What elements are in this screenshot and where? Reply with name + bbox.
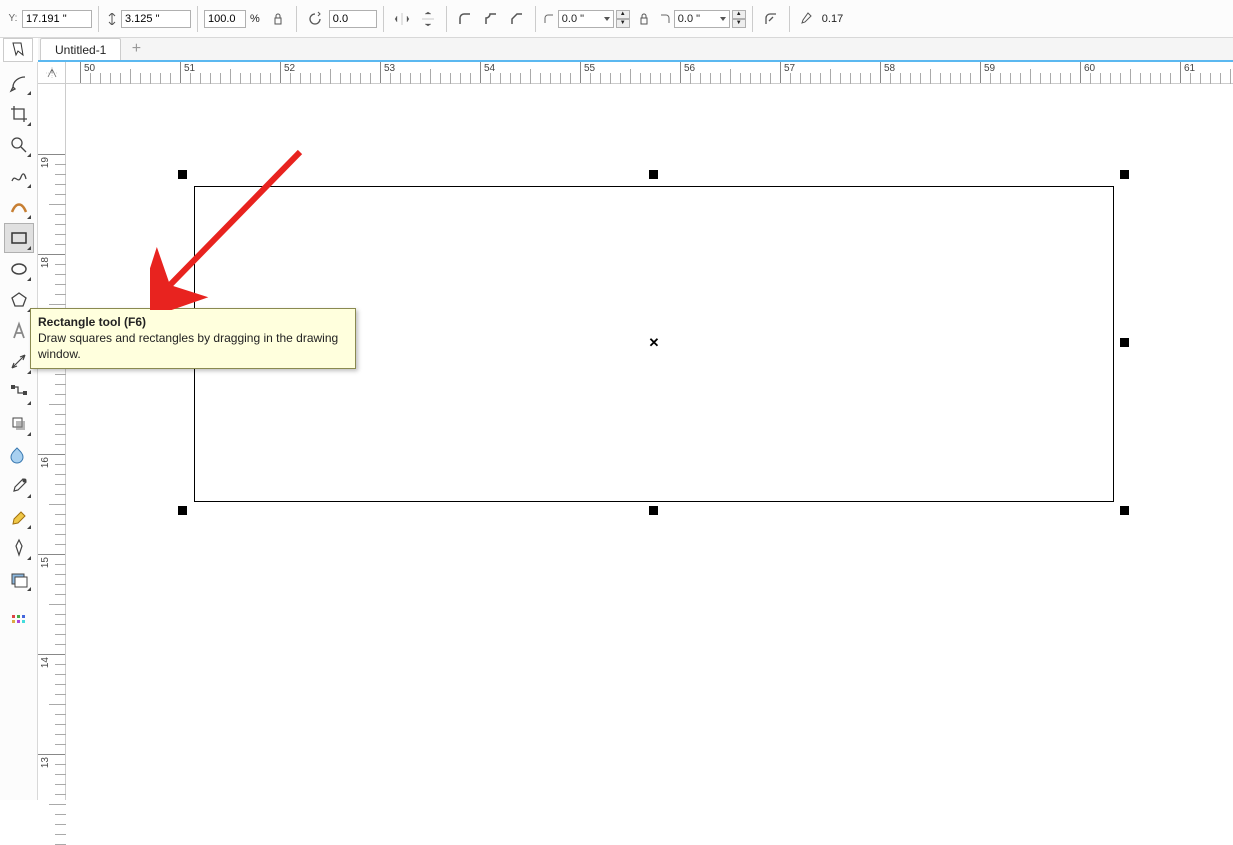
corner-1-spinner[interactable]: ▲▼ bbox=[616, 10, 630, 28]
position-group: Y: bbox=[6, 9, 92, 29]
handle-se[interactable] bbox=[1120, 506, 1129, 515]
polygon-tool[interactable] bbox=[4, 285, 34, 315]
chamfer-corner-button[interactable] bbox=[505, 7, 529, 31]
corner-radius-2-input[interactable]: 0.0 " bbox=[674, 10, 730, 28]
lock-ratio-button[interactable] bbox=[266, 7, 290, 31]
tooltip-body: Draw squares and rectangles by dragging … bbox=[38, 331, 338, 361]
height-icon bbox=[105, 9, 119, 29]
ruler-vertical[interactable]: 19181716151413 bbox=[38, 84, 66, 800]
ruler-horizontal[interactable]: 505152535455565758596061 bbox=[66, 62, 1233, 84]
handle-s[interactable] bbox=[649, 506, 658, 515]
interactive-fill-tool[interactable] bbox=[4, 502, 34, 532]
handle-ne[interactable] bbox=[1120, 170, 1129, 179]
center-marker: ✕ bbox=[649, 335, 660, 351]
parallel-dimension-tool[interactable] bbox=[4, 347, 34, 377]
artistic-media-tool[interactable] bbox=[4, 192, 34, 222]
tooltip-rectangle-tool: Rectangle tool (F6) Draw squares and rec… bbox=[30, 308, 356, 369]
transparency-tool[interactable] bbox=[4, 440, 34, 470]
round-corner-button[interactable] bbox=[453, 7, 477, 31]
zoom-tool[interactable] bbox=[4, 130, 34, 160]
corner-tl-icon bbox=[542, 9, 556, 29]
handle-sw[interactable] bbox=[178, 506, 187, 515]
rotate-icon bbox=[303, 7, 327, 31]
tooltip-title: Rectangle tool (F6) bbox=[38, 315, 146, 329]
crop-tool[interactable] bbox=[4, 99, 34, 129]
mirror-h-button[interactable] bbox=[390, 7, 414, 31]
percent-label: % bbox=[248, 13, 264, 25]
document-tabstrip: Untitled-1 + bbox=[38, 38, 1233, 62]
height-input[interactable] bbox=[121, 10, 191, 28]
shape-edit-tool[interactable] bbox=[4, 68, 34, 98]
mirror-v-button[interactable] bbox=[416, 7, 440, 31]
quick-customize-button[interactable] bbox=[4, 606, 34, 636]
add-tab-button[interactable]: + bbox=[125, 38, 147, 60]
document-tab-1[interactable]: Untitled-1 bbox=[40, 38, 121, 60]
toolbox bbox=[0, 62, 38, 800]
y-label-icon: Y: bbox=[6, 9, 20, 29]
relative-scaling-button[interactable] bbox=[759, 7, 783, 31]
y-position-input[interactable] bbox=[22, 10, 92, 28]
outline-width-value: 0.17 bbox=[822, 13, 843, 25]
corner-2-spinner[interactable]: ▲▼ bbox=[732, 10, 746, 28]
freehand-tool[interactable] bbox=[4, 161, 34, 191]
rectangle-tool[interactable] bbox=[4, 223, 34, 253]
connector-tool[interactable] bbox=[4, 378, 34, 408]
drawing-canvas[interactable]: ✕ bbox=[66, 84, 1233, 800]
drop-shadow-tool[interactable] bbox=[4, 409, 34, 439]
scale-group: % bbox=[204, 10, 264, 28]
lock-corners-button[interactable] bbox=[632, 7, 656, 31]
corner-tr-icon bbox=[658, 9, 672, 29]
corner-radius-group-left: 0.0 " ▲▼ bbox=[542, 9, 630, 29]
handle-nw[interactable] bbox=[178, 170, 187, 179]
ruler-origin[interactable] bbox=[38, 62, 66, 84]
handle-e[interactable] bbox=[1120, 338, 1129, 347]
scallop-corner-button[interactable] bbox=[479, 7, 503, 31]
corner-radius-group-right: 0.0 " ▲▼ bbox=[658, 9, 746, 29]
pick-tool-small[interactable] bbox=[3, 38, 33, 62]
size-group bbox=[105, 9, 191, 29]
scale-y-input[interactable] bbox=[204, 10, 246, 28]
outline-pen-tool[interactable] bbox=[4, 533, 34, 563]
property-bar: Y: % bbox=[0, 0, 1233, 38]
handle-n[interactable] bbox=[649, 170, 658, 179]
eyedropper-tool[interactable] bbox=[4, 471, 34, 501]
rotation-input[interactable] bbox=[329, 10, 377, 28]
corner-radius-1-input[interactable]: 0.0 " bbox=[558, 10, 614, 28]
text-tool[interactable] bbox=[4, 316, 34, 346]
ellipse-tool[interactable] bbox=[4, 254, 34, 284]
fill-tool[interactable] bbox=[4, 564, 34, 594]
outline-pen-icon bbox=[796, 7, 820, 31]
